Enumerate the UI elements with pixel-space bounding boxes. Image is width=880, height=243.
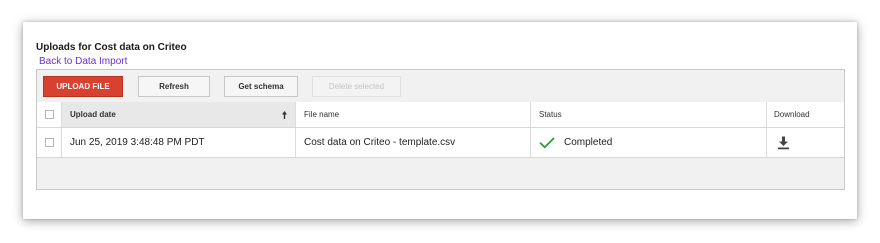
get-schema-button[interactable]: Get schema [224, 76, 298, 97]
row-checkbox-cell [37, 128, 62, 157]
uploads-card: Uploads for Cost data on Criteo Back to … [23, 22, 857, 219]
upload-date-value: Jun 25, 2019 3:48:48 PM PDT [70, 137, 205, 148]
file-name-header-label: File name [304, 110, 340, 119]
status-value: Completed [564, 137, 613, 148]
uploads-panel: UPLOAD FILE Refresh Get schema Delete se… [36, 69, 845, 190]
table-row: Jun 25, 2019 3:48:48 PM PDT Cost data on… [37, 128, 844, 158]
row-checkbox[interactable] [44, 138, 54, 147]
delete-selected-button: Delete selected [312, 76, 401, 97]
back-to-data-import-link[interactable]: Back to Data Import [39, 56, 127, 67]
upload-date-header-label: Upload date [70, 110, 116, 119]
select-all-checkbox[interactable] [44, 110, 54, 119]
download-icon[interactable] [777, 136, 790, 150]
file-name-cell: Cost data on Criteo - template.csv [296, 128, 531, 157]
upload-date-cell: Jun 25, 2019 3:48:48 PM PDT [62, 128, 296, 157]
arrow-up-icon[interactable] [281, 110, 288, 120]
column-header-download: Download [767, 102, 846, 127]
column-header-file-name[interactable]: File name [296, 102, 531, 127]
refresh-button[interactable]: Refresh [138, 76, 210, 97]
table-header-row: Upload date File name Status Download [37, 102, 844, 128]
status-cell: Completed [531, 128, 767, 157]
toolbar: UPLOAD FILE Refresh Get schema Delete se… [37, 70, 844, 103]
page-title: Uploads for Cost data on Criteo [36, 42, 187, 53]
column-header-upload-date[interactable]: Upload date [62, 102, 296, 127]
check-icon [539, 137, 555, 148]
column-header-status[interactable]: Status [531, 102, 767, 127]
download-header-label: Download [774, 110, 810, 119]
upload-file-button[interactable]: UPLOAD FILE [43, 76, 123, 97]
status-header-label: Status [539, 110, 562, 119]
download-cell [767, 128, 846, 157]
header-checkbox-cell [37, 102, 62, 127]
file-name-value: Cost data on Criteo - template.csv [304, 137, 456, 148]
